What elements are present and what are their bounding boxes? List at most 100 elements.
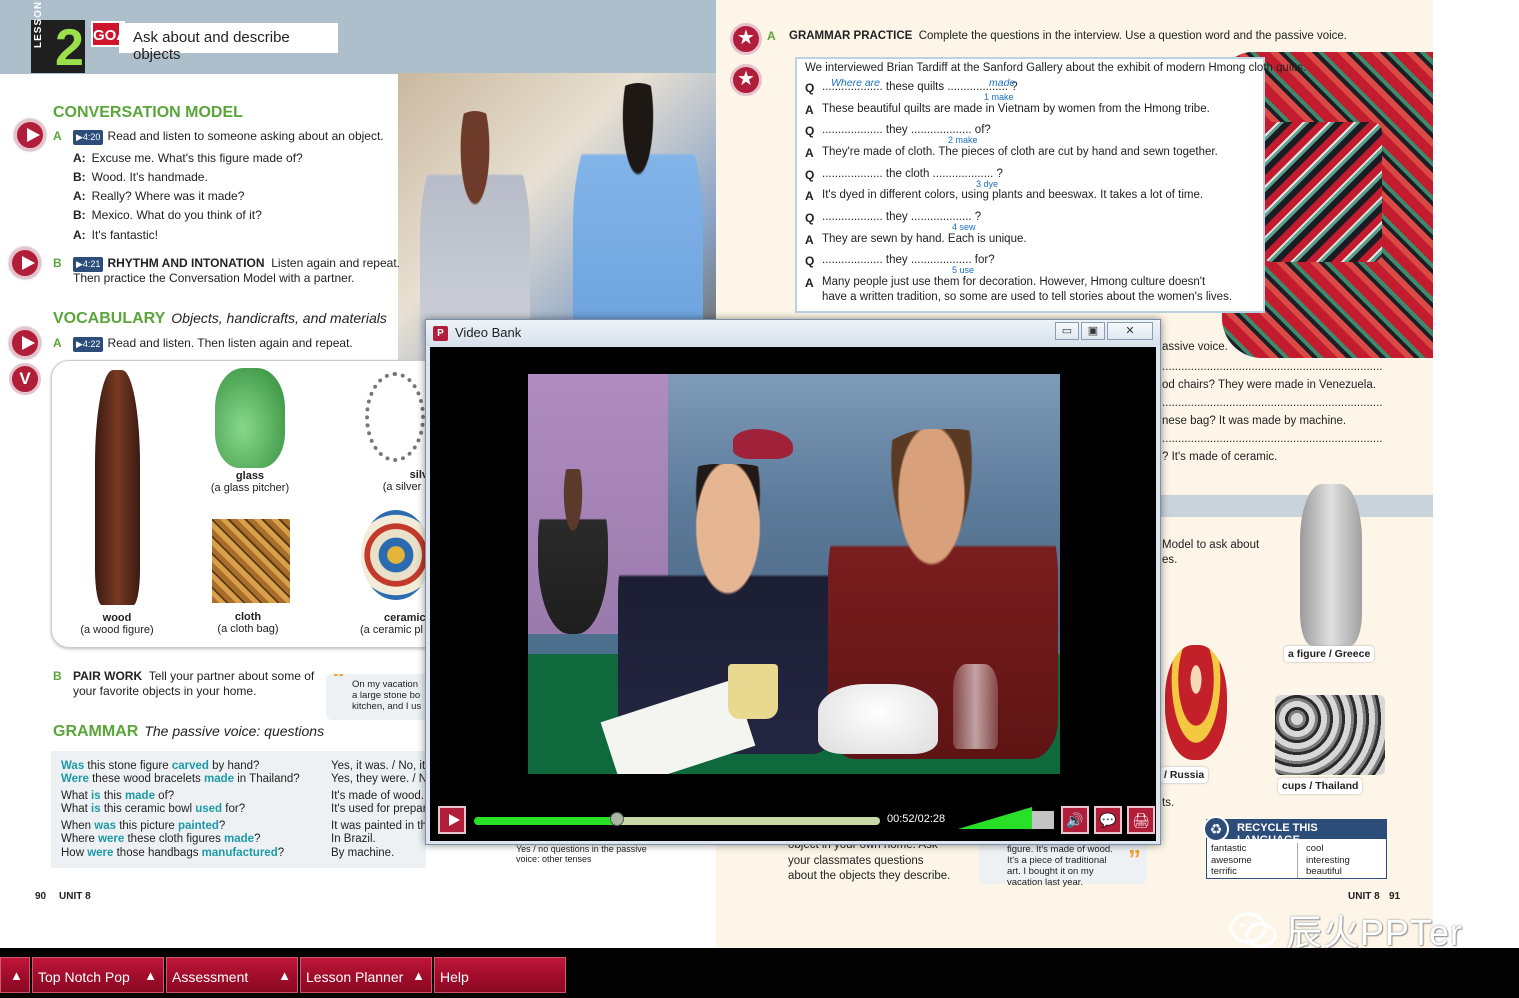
grammar-highlight: is	[91, 790, 101, 802]
pair-work-instruction: PAIR WORK Tell your partner about some o…	[73, 669, 315, 683]
section-divider	[1160, 495, 1433, 517]
video-progress-bar[interactable]	[474, 817, 880, 825]
grammar-text: for?	[222, 803, 246, 815]
video-scrub-handle[interactable]	[610, 812, 624, 826]
play-audio-4-22-button[interactable]	[9, 327, 41, 359]
dialog-line: A: It's fantastic!	[73, 228, 158, 242]
conv-b-instruction-2: Then practice the Conversation Model wit…	[73, 271, 355, 285]
video-window-title: Video Bank	[455, 325, 522, 340]
cups-image	[1275, 695, 1385, 775]
answer-line-3: It's dyed in different colors, using pla…	[822, 189, 1204, 201]
grammar-question: Were these wood bracelets made in Thaila…	[61, 773, 300, 787]
a-letter: A	[805, 233, 814, 247]
grammar-heading: GRAMMAR The passive voice: questions	[53, 723, 325, 740]
cloth-bag-image	[212, 519, 290, 603]
vocab-a-instruction: ▶4:22 Read and listen. Then listen again …	[73, 336, 353, 352]
nesting-dolls-image	[1165, 645, 1227, 760]
volume-slider[interactable]	[958, 807, 1054, 829]
grammar-highlight: made	[204, 773, 235, 785]
grammar-question: Was this stone figure carved by hand?	[61, 760, 259, 774]
recycle-title: RECYCLE THIS LANGUAGE.	[1207, 820, 1386, 846]
answer-line-5b: have a written tradition, so some are us…	[822, 291, 1233, 303]
close-button[interactable]: ✕	[1107, 322, 1153, 340]
right-fragment-dots: ........................................…	[1162, 433, 1383, 445]
answer-line-4: They are sewn by hand. Each is unique.	[822, 233, 1027, 245]
grammar-highlight: made	[124, 790, 155, 802]
grammar-text: ?	[277, 847, 285, 859]
taskbar-top-notch-pop[interactable]: Top Notch Pop ▲	[32, 957, 164, 993]
conv-b-label: B	[53, 256, 62, 270]
dialog-line: B: Mexico. What do you think of it?	[73, 208, 262, 222]
dialog-line: A: Really? Where was it made?	[73, 189, 245, 203]
a-letter: A	[805, 189, 814, 203]
video-play-button[interactable]	[438, 806, 466, 834]
caption-figure: a figure / Greece	[1284, 646, 1375, 662]
arrow-up-icon: ▲	[10, 968, 23, 983]
minimize-button[interactable]: ▭	[1055, 322, 1079, 340]
video-frame[interactable]	[528, 374, 1060, 774]
grammar-question: Where were these cloth figures made?	[61, 833, 260, 847]
grammar-text: What	[61, 790, 92, 802]
right-fragment: nese bag? It was made by machine.	[1162, 415, 1347, 427]
goal-text: Ask about and describe objects	[119, 23, 338, 63]
grammar-text: these cloth figures	[124, 833, 225, 845]
arrow-up-icon: ▲	[278, 968, 291, 983]
lesson-word: LESSON	[33, 0, 44, 48]
conv-a-label: A	[53, 129, 62, 143]
wood-figure-image	[95, 370, 140, 605]
grammar-highlight: used	[195, 803, 223, 815]
vocab-item-wood: wood (a wood figure)	[80, 612, 154, 636]
taskbar-help[interactable]: Help	[434, 957, 566, 993]
grammar-answer: It's made of wood.	[331, 790, 424, 802]
dialog-line: A: Excuse me. What's this figure made of?	[73, 151, 303, 165]
textbook-viewer: LESSON 2 GOAL Ask about and describe obj…	[0, 0, 1519, 998]
hint-3: 3 dye	[976, 179, 999, 189]
right-fragment: your classmates questions	[788, 855, 924, 867]
conv-b-instruction: ▶4:21 RHYTHM AND INTONATION Listen again …	[73, 256, 400, 272]
dialog-line: B: Wood. It's handmade.	[73, 170, 208, 184]
grammar-text: What	[61, 803, 92, 815]
grammar-text: in Thailand?	[234, 773, 300, 785]
star-activity-button-2[interactable]: ★	[730, 64, 762, 96]
q-letter: Q	[805, 211, 815, 225]
star-activity-button[interactable]: ★	[730, 23, 762, 55]
video-bank-window[interactable]: P Video Bank ▭ ▣ ✕ 00:52/02:28 🔊 💬 🖨	[425, 319, 1161, 845]
grammar-highlight: is	[91, 803, 101, 815]
left-unit-label: UNIT 8	[59, 891, 91, 902]
hint-4: 4 sew	[952, 222, 976, 232]
lesson-number: 2	[55, 19, 84, 77]
arrow-up-icon: ▲	[412, 968, 425, 983]
right-fragment: es.	[1162, 554, 1178, 566]
grammar-text: this ceramic bowl	[100, 803, 196, 815]
video-player: 00:52/02:28 🔊 💬 🖨	[430, 347, 1156, 841]
taskbar-lesson-planner[interactable]: Lesson Planner ▲	[300, 957, 432, 993]
grammar-note: Yes / no questions in the passive voice:…	[498, 842, 666, 868]
vocab-item-cloth: cloth (a cloth bag)	[217, 611, 279, 635]
print-icon[interactable]: 🖨	[1127, 806, 1155, 834]
vocab-a-label: A	[53, 336, 62, 350]
q-letter: Q	[805, 168, 815, 182]
recycle-col-2: cool interesting beautiful	[1297, 843, 1350, 878]
video-window-titlebar[interactable]: P Video Bank ▭ ▣ ✕	[426, 320, 1160, 346]
vocabulary-video-button[interactable]: V	[9, 363, 41, 395]
audio-track-badge: ▶4:22	[73, 337, 104, 352]
speaker-icon[interactable]: 🔊	[1061, 806, 1089, 834]
subtitles-icon[interactable]: 💬	[1094, 806, 1122, 834]
grammar-question: What is this made of?	[61, 790, 174, 804]
grammar-text: of?	[154, 790, 175, 802]
grammar-highlight: were	[98, 833, 125, 845]
grammar-answer: Yes, it was. / No, it	[331, 760, 426, 772]
maximize-button[interactable]: ▣	[1081, 322, 1105, 340]
grammar-highlight: carved	[171, 760, 209, 772]
play-audio-4-21-button[interactable]	[9, 247, 41, 279]
watermark: 辰火PPTer	[1228, 904, 1463, 953]
vocab-item-silver: silv (a silver r	[382, 469, 428, 493]
audio-track-badge: ▶4:20	[73, 130, 104, 145]
taskbar-arrow-button[interactable]: ▲	[0, 957, 30, 993]
taskbar-assessment[interactable]: Assessment ▲	[166, 957, 298, 993]
pair-work-label: B	[53, 669, 62, 683]
bottom-taskbar: ▲ Top Notch Pop ▲ Assessment ▲ Lesson Pl…	[0, 948, 1519, 998]
grammar-answer: Yes, they were. / N	[331, 773, 426, 785]
a-letter: A	[805, 103, 814, 117]
play-audio-4-20-button[interactable]	[14, 119, 46, 151]
